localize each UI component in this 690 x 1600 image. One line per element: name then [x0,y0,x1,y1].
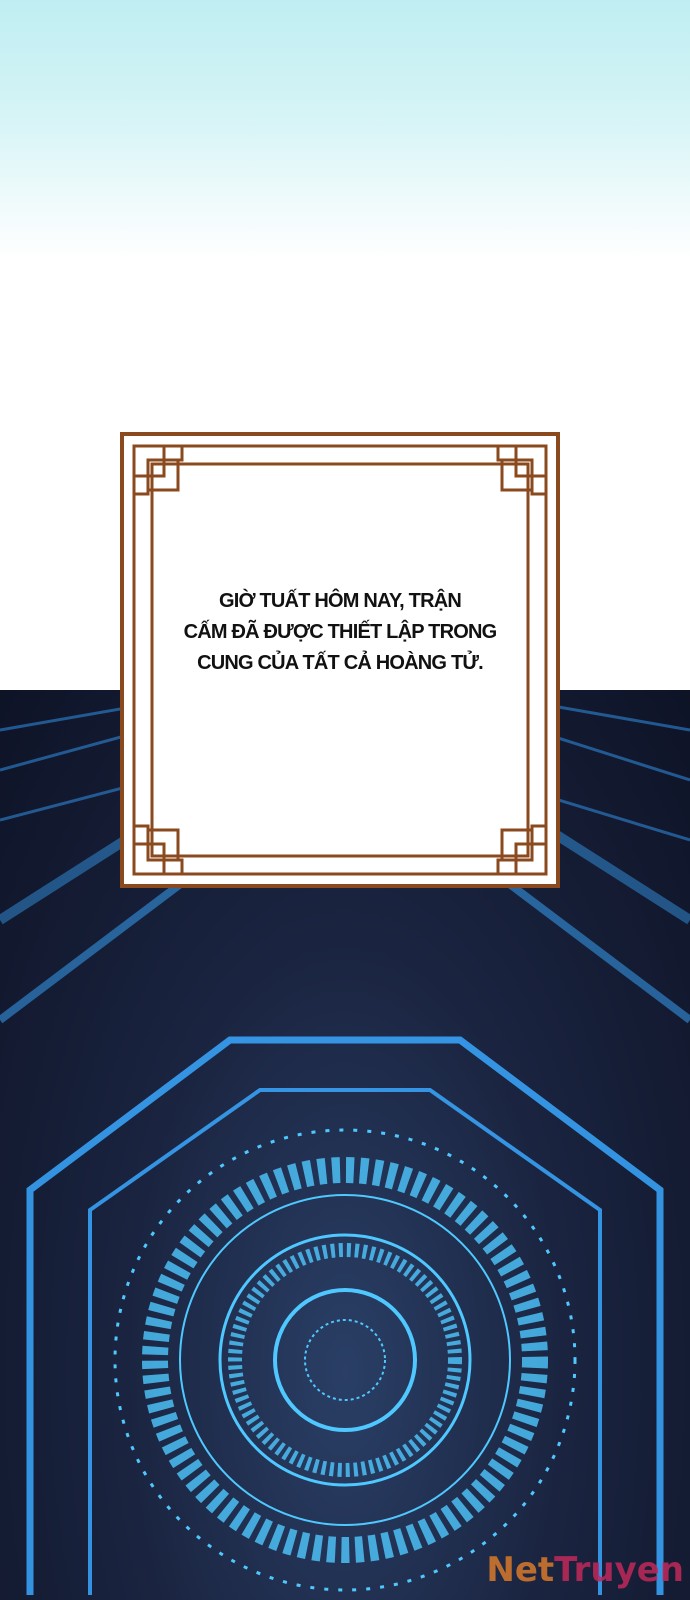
comic-page: GIỜ TUẤT HÔM NAY, TRẬN CẤM ĐÃ ĐƯỢC THIẾT… [0,0,690,1600]
sky-background [0,0,690,260]
caption-line: CUNG CỦA TẤT CẢ HOÀNG TỬ. [197,652,484,674]
watermark-part2: Truyen [554,1550,684,1590]
narration-text: GIỜ TUẤT HÔM NAY, TRẬN CẤM ĐÃ ĐƯỢC THIẾT… [124,586,556,679]
caption-line: CẤM ĐÃ ĐƯỢC THIẾT LẬP TRONG [183,621,498,643]
watermark-part1: Net [486,1550,555,1590]
caption-box: GIỜ TUẤT HÔM NAY, TRẬN CẤM ĐÃ ĐƯỢC THIẾT… [120,432,560,888]
caption-line: GIỜ TUẤT HÔM NAY, TRẬN [218,590,462,612]
watermark-logo: NetTruyen [486,1550,684,1590]
